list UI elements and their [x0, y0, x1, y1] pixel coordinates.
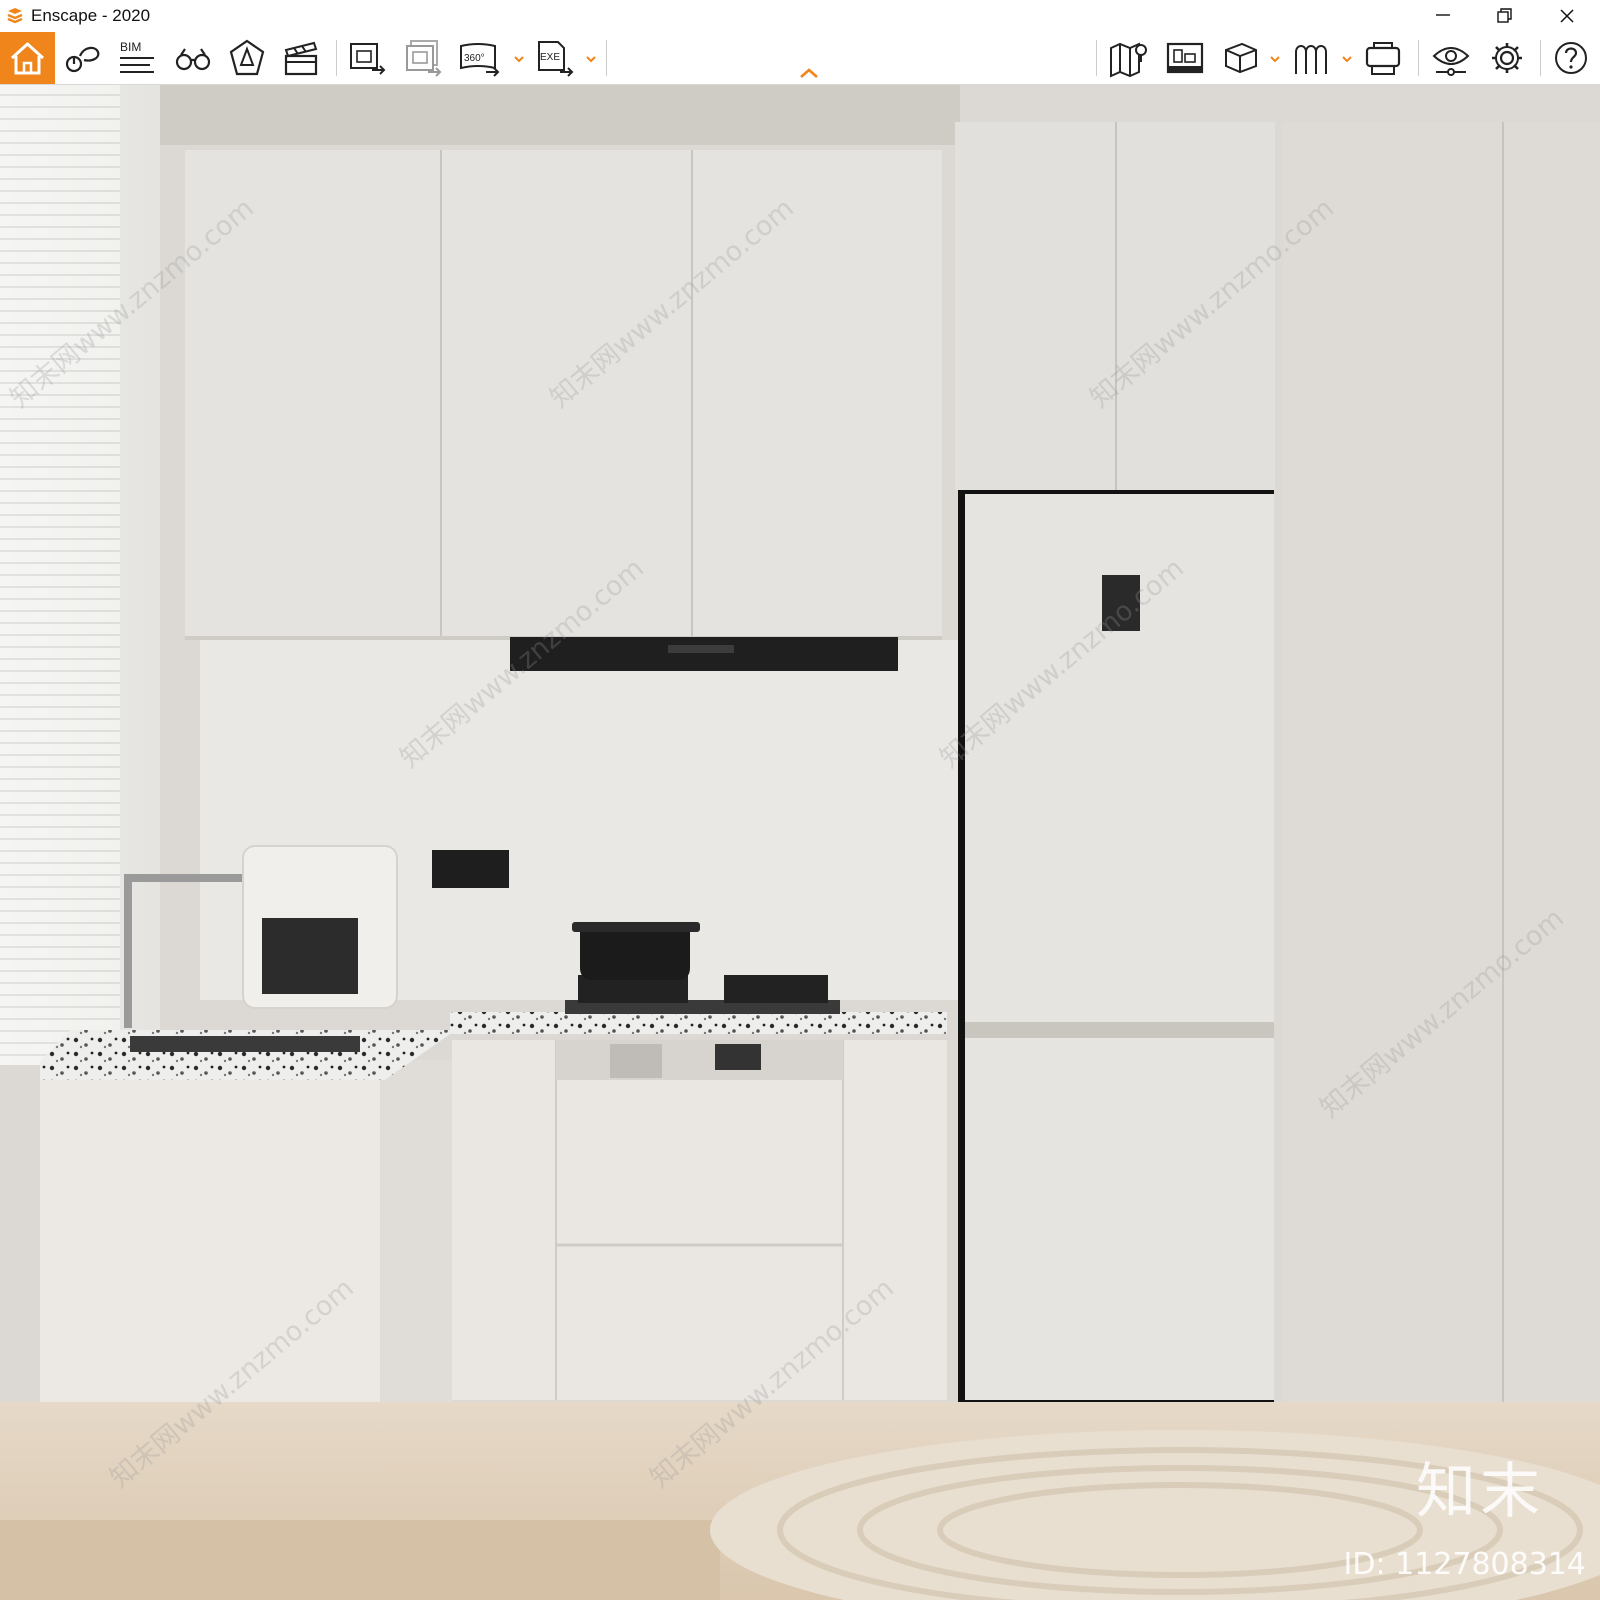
toolbar-separator	[1096, 40, 1097, 76]
enscape-logo-icon	[6, 7, 24, 25]
panorama-export-icon: 360°	[460, 43, 500, 77]
binoculars-icon	[175, 48, 211, 71]
video-editor-button[interactable]	[280, 38, 322, 78]
help-button[interactable]	[1550, 38, 1592, 78]
bim-info-icon: BIM	[120, 40, 154, 73]
visual-settings-icon	[1432, 47, 1470, 76]
walk-mode-button[interactable]	[172, 38, 214, 78]
asset-dropdown-caret[interactable]	[1340, 52, 1354, 64]
vr-headset-icon	[1365, 42, 1401, 75]
help-icon	[1555, 42, 1587, 74]
settings-button[interactable]	[1486, 38, 1528, 78]
exe-dropdown-caret[interactable]	[584, 52, 598, 64]
chevron-up-icon	[800, 68, 818, 78]
screenshot-export-button[interactable]	[346, 38, 388, 78]
cube-icon	[1225, 42, 1257, 74]
tree-asset-icon	[1295, 45, 1327, 74]
exe-export-button[interactable]: EXE	[534, 38, 576, 78]
close-button[interactable]	[1540, 0, 1594, 32]
title-bar: Enscape - 2020	[0, 0, 1600, 32]
toolbar-separator	[606, 40, 607, 76]
minimize-icon	[1436, 14, 1450, 16]
views-button[interactable]	[226, 38, 268, 78]
batch-render-icon	[406, 40, 442, 77]
bim-info-button[interactable]: BIM	[116, 38, 158, 78]
restore-button[interactable]	[1478, 0, 1532, 32]
panorama-export-button[interactable]: 360°	[458, 38, 500, 78]
collapse-toolbar-button[interactable]	[798, 66, 820, 78]
restore-icon	[1497, 8, 1512, 23]
brand-watermark: 知末	[1416, 1457, 1544, 1527]
toolbar-separator	[1540, 40, 1541, 76]
close-icon	[1560, 9, 1574, 23]
views-icon	[229, 39, 265, 76]
panorama-label: 360°	[464, 53, 485, 64]
minimap-button[interactable]	[1108, 38, 1150, 78]
visual-settings-button[interactable]	[1430, 38, 1472, 78]
image-id-label: ID: 1127808314	[1343, 1547, 1586, 1582]
live-updates-icon	[1166, 42, 1204, 74]
asset-library-icon	[65, 46, 100, 73]
cube-dropdown-caret[interactable]	[1268, 52, 1282, 64]
toolbar-separator	[1418, 40, 1419, 76]
batch-render-button[interactable]	[402, 38, 444, 78]
panorama-dropdown-caret[interactable]	[512, 52, 526, 64]
minimap-icon	[1110, 42, 1147, 78]
toolbar-separator	[336, 40, 337, 76]
asset-library-button[interactable]	[62, 38, 104, 78]
chevron-down-icon	[514, 56, 524, 63]
window-title: Enscape - 2020	[31, 6, 151, 25]
synchronize-views-button[interactable]	[1220, 38, 1262, 78]
bim-label: BIM	[120, 40, 141, 54]
render-viewport[interactable]: 知末网www.znzmo.com 知末网www.znzmo.com 知末网www…	[0, 85, 1600, 1600]
exe-label: EXE	[540, 52, 560, 63]
asset-placement-button[interactable]	[1290, 38, 1332, 78]
home-icon	[10, 42, 45, 75]
video-editor-icon	[284, 41, 318, 76]
screenshot-export-icon	[350, 43, 386, 75]
chevron-down-icon	[586, 56, 596, 63]
settings-icon	[1492, 43, 1522, 73]
vr-headset-button[interactable]	[1362, 38, 1404, 78]
exe-export-icon: EXE	[538, 41, 574, 77]
live-updates-button[interactable]	[1164, 38, 1206, 78]
home-button[interactable]	[0, 32, 55, 84]
chevron-down-icon	[1342, 56, 1352, 63]
minimize-button[interactable]	[1416, 0, 1470, 32]
chevron-down-icon	[1270, 56, 1280, 63]
enscape-toolbar: BIM 360° EXE	[0, 32, 1600, 85]
